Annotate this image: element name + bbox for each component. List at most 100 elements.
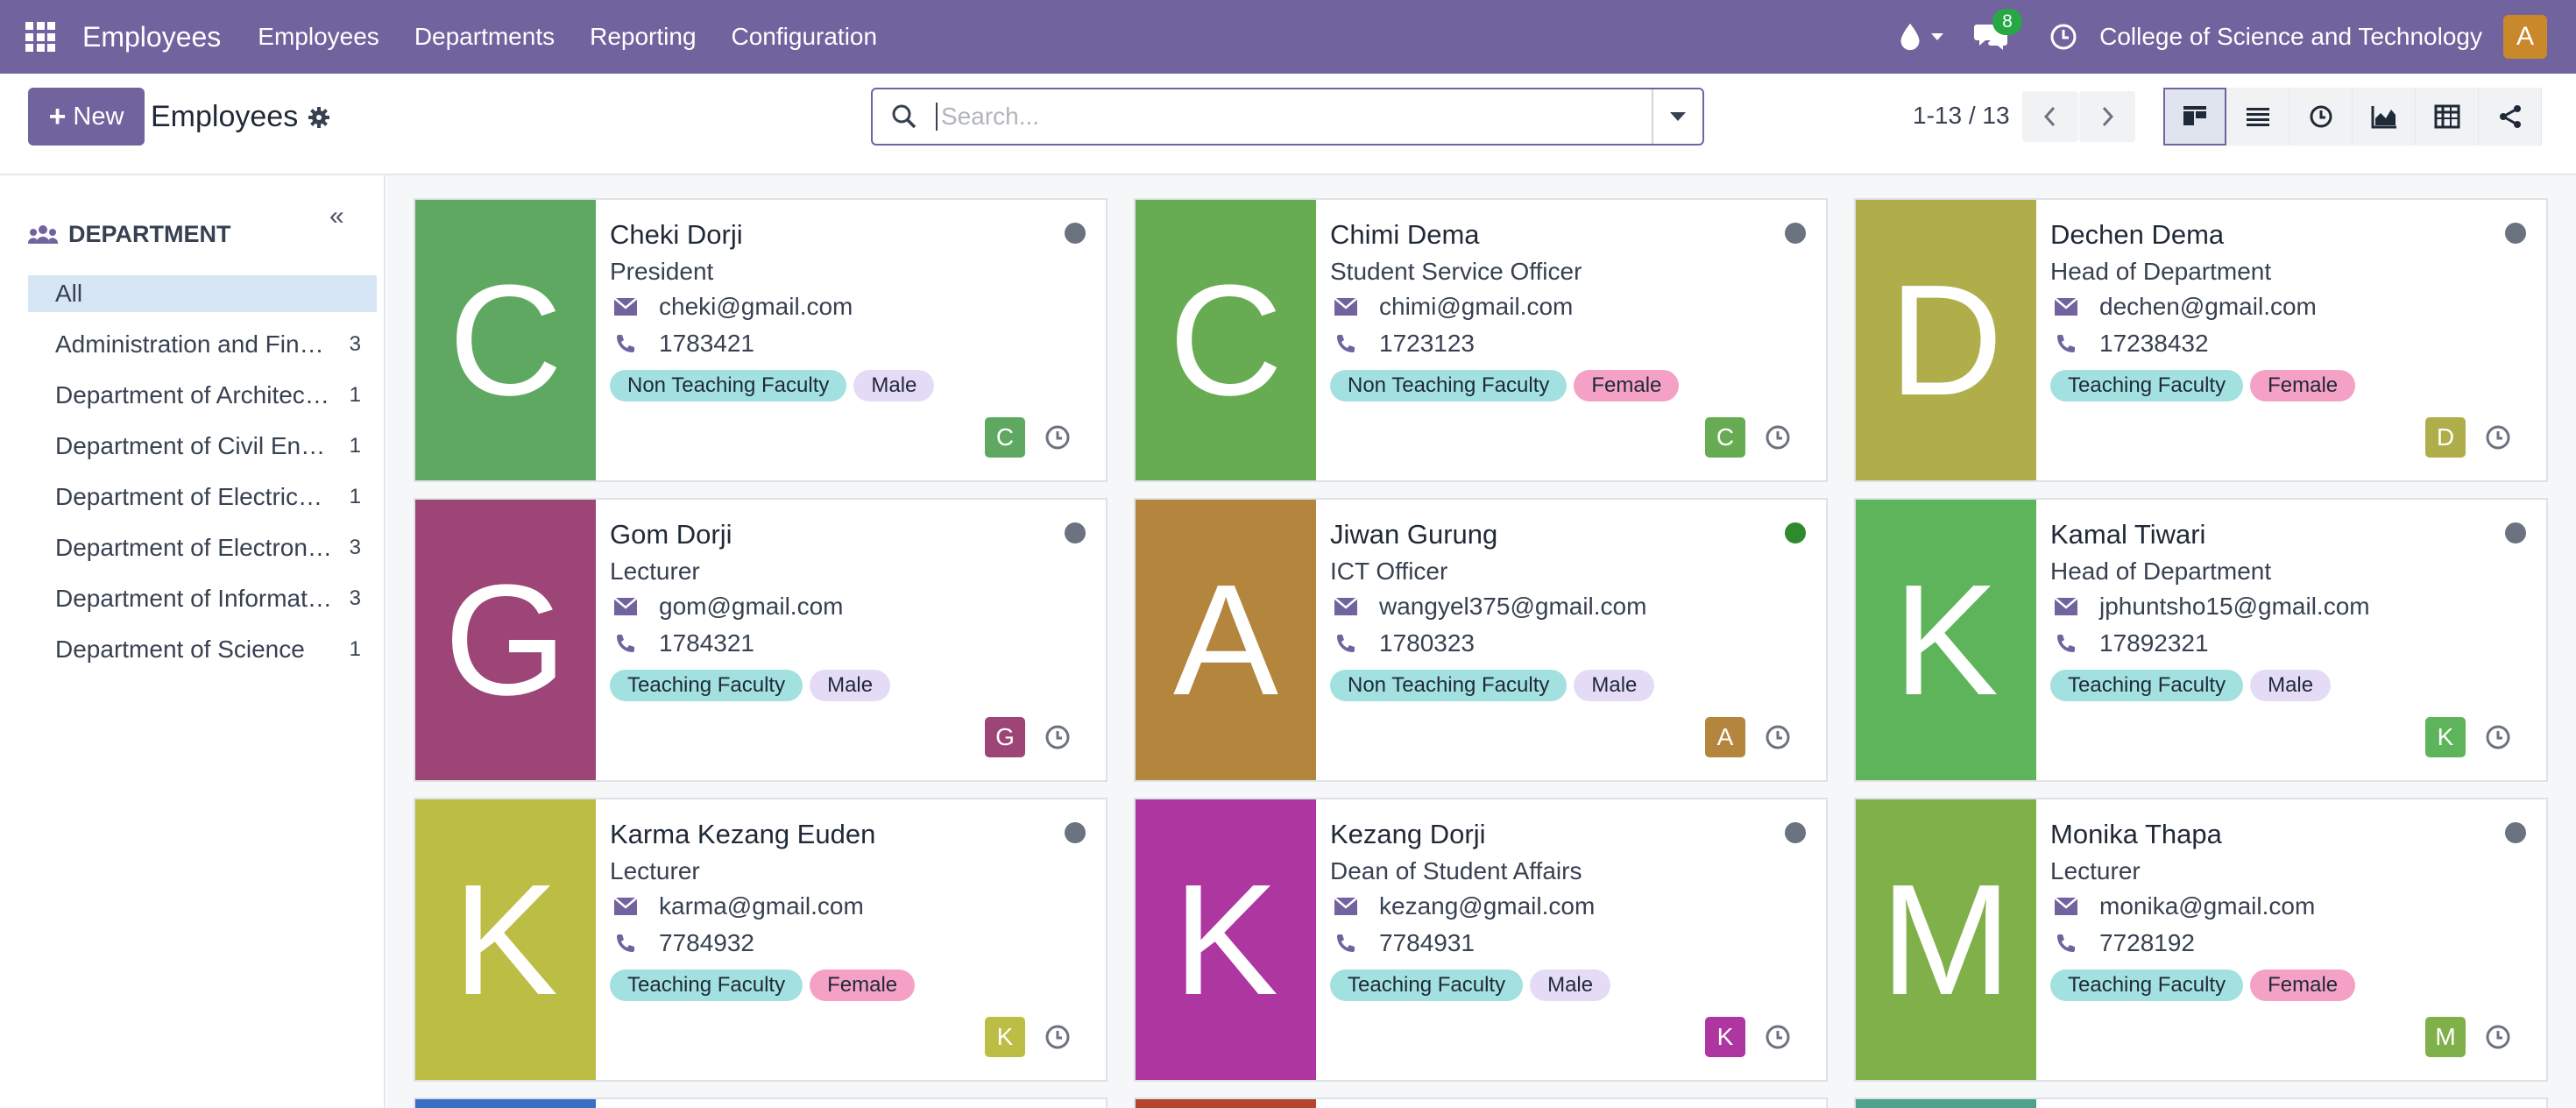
activity-clock-icon[interactable] [1043, 423, 1072, 452]
employee-mini-avatar[interactable]: K [985, 1017, 1025, 1057]
department-item-civil[interactable]: Department of Civil Engineering 1 [28, 421, 377, 472]
employee-card[interactable]: C Cheki Dorji President cheki@gmail.com 1783… [414, 198, 1108, 482]
employee-name: Dechen Dema [2050, 219, 2225, 250]
search-options-toggle[interactable] [1652, 89, 1702, 144]
activity-clock-icon[interactable] [2483, 722, 2513, 752]
employee-mini-avatar[interactable]: K [1705, 1017, 1745, 1057]
activity-clock-icon[interactable] [1043, 1022, 1072, 1052]
activity-view-button[interactable] [2289, 88, 2353, 146]
app-grid-icon[interactable] [25, 22, 55, 52]
employee-job-title: Student Service Officer [1330, 258, 1582, 285]
employee-card[interactable]: A Jiwan Gurung ICT Officer wangyel375@gmail… [1134, 498, 1828, 782]
category-tag[interactable]: Non Teaching Faculty [1330, 370, 1568, 401]
activity-clock-icon[interactable] [1763, 1022, 1793, 1052]
category-tag[interactable]: Male [810, 670, 891, 701]
employee-card[interactable]: K Karma Kezang Euden Lecturer karma@gmail.c… [414, 798, 1108, 1082]
department-item-electrical[interactable]: Department of Electrical Engineering 1 [28, 472, 377, 522]
employee-mini-avatar[interactable]: C [985, 417, 1025, 458]
employee-mini-avatar[interactable]: K [2425, 717, 2466, 757]
employee-tags: Non Teaching Faculty Male [610, 370, 935, 401]
phone-icon [2057, 635, 2075, 652]
employee-card[interactable]: K Kamal Tiwari Head of Department jphuntsho… [1854, 498, 2548, 782]
category-tag[interactable]: Teaching Faculty [610, 970, 803, 1001]
category-tag[interactable]: Male [2250, 670, 2332, 701]
activity-clock-icon[interactable] [2049, 22, 2078, 52]
category-tag[interactable]: Female [810, 970, 916, 1001]
employee-card[interactable]: G Gom Dorji Lecturer gom@gmail.com 1784321 Te… [414, 498, 1108, 782]
gear-icon[interactable] [307, 105, 331, 130]
employee-photo: K [1136, 799, 1316, 1080]
department-item-information[interactable]: Department of Information Technology 3 [28, 573, 377, 624]
category-tag[interactable]: Teaching Faculty [1330, 970, 1524, 1001]
department-item-all[interactable]: All [28, 275, 377, 312]
graph-view-button[interactable] [2353, 88, 2416, 146]
department-count: 1 [349, 434, 361, 458]
list-view-button[interactable] [2226, 88, 2289, 146]
employee-email-text: gom@gmail.com [659, 593, 844, 620]
employee-card-partial[interactable] [1134, 1097, 1828, 1108]
category-tag[interactable]: Non Teaching Faculty [610, 370, 847, 401]
category-tag[interactable]: Teaching Faculty [2050, 370, 2244, 401]
water-drop-icon[interactable] [1898, 21, 1922, 53]
category-tag[interactable]: Male [1530, 970, 1611, 1001]
employee-job-title: Head of Department [2050, 258, 2272, 285]
activity-clock-icon[interactable] [2483, 423, 2513, 452]
pager-value[interactable]: 1-13 / 13 [1913, 102, 2010, 130]
employee-name: Jiwan Gurung [1330, 519, 1498, 550]
chevron-down-icon[interactable] [1931, 33, 1944, 40]
phone-icon [617, 934, 634, 952]
category-tag[interactable]: Male [1574, 670, 1655, 701]
menu-employees[interactable]: Employees [240, 23, 397, 51]
category-tag[interactable]: Female [2250, 370, 2356, 401]
pager-previous-button[interactable] [2022, 91, 2078, 142]
employee-card[interactable]: K Kezang Dorji Dean of Student Affairs keza… [1134, 798, 1828, 1082]
search-input[interactable] [936, 103, 1637, 131]
employee-card-partial[interactable] [414, 1097, 1108, 1108]
company-switcher[interactable]: College of Science and Technology [2099, 23, 2482, 51]
new-button[interactable]: + New [28, 88, 145, 146]
department-item-science[interactable]: Department of Science 1 [28, 624, 377, 675]
employee-card[interactable]: M Monika Thapa Lecturer monika@gmail.com 772… [1854, 798, 2548, 1082]
activity-clock-icon[interactable] [1763, 722, 1793, 752]
activity-clock-icon[interactable] [2483, 1022, 2513, 1052]
envelope-icon [613, 597, 638, 615]
department-item-electronics[interactable]: Department of Electronics 3 [28, 522, 377, 573]
menu-configuration[interactable]: Configuration [714, 23, 895, 51]
category-tag[interactable]: Female [2250, 970, 2356, 1001]
employee-card[interactable]: C Chimi Dema Student Service Officer chimi@… [1134, 198, 1828, 482]
department-count: 1 [349, 485, 361, 508]
phone-icon [2057, 335, 2075, 352]
messages-button[interactable]: 8 [1973, 9, 2022, 54]
menu-reporting[interactable]: Reporting [572, 23, 713, 51]
employee-mini-avatar[interactable]: C [1705, 417, 1745, 458]
employee-mini-avatar[interactable]: M [2425, 1017, 2466, 1057]
collapse-sidebar-icon[interactable]: « [329, 202, 344, 231]
employee-mini-avatar[interactable]: A [1705, 717, 1745, 757]
department-count: 3 [349, 586, 361, 610]
department-item-administration[interactable]: Administration and Finance 3 [28, 319, 377, 370]
menu-departments[interactable]: Departments [397, 23, 572, 51]
pager-next-button[interactable] [2079, 91, 2135, 142]
presence-status-icon [1785, 223, 1806, 244]
employee-mini-avatar[interactable]: D [2425, 417, 2466, 458]
employee-email-text: cheki@gmail.com [659, 293, 853, 320]
kanban-view-button[interactable] [2163, 88, 2226, 146]
category-tag[interactable]: Non Teaching Faculty [1330, 670, 1568, 701]
category-tag[interactable]: Male [853, 370, 935, 401]
category-tag[interactable]: Teaching Faculty [2050, 670, 2244, 701]
pivot-view-button[interactable] [2416, 88, 2479, 146]
employee-card[interactable]: D Dechen Dema Head of Department dechen@gma… [1854, 198, 2548, 482]
category-tag[interactable]: Female [1574, 370, 1680, 401]
activity-clock-icon[interactable] [1043, 722, 1072, 752]
employee-card-partial[interactable] [1854, 1097, 2548, 1108]
app-brand[interactable]: Employees [82, 21, 221, 53]
employee-mini-avatar[interactable]: G [985, 717, 1025, 757]
department-item-architecture[interactable]: Department of Architecture 1 [28, 370, 377, 421]
presence-status-icon [1785, 822, 1806, 843]
category-tag[interactable]: Teaching Faculty [2050, 970, 2244, 1001]
activity-clock-icon[interactable] [1763, 423, 1793, 452]
user-avatar[interactable]: A [2503, 15, 2547, 59]
hierarchy-view-button[interactable] [2479, 88, 2542, 146]
envelope-icon [2054, 597, 2078, 615]
category-tag[interactable]: Teaching Faculty [610, 670, 803, 701]
